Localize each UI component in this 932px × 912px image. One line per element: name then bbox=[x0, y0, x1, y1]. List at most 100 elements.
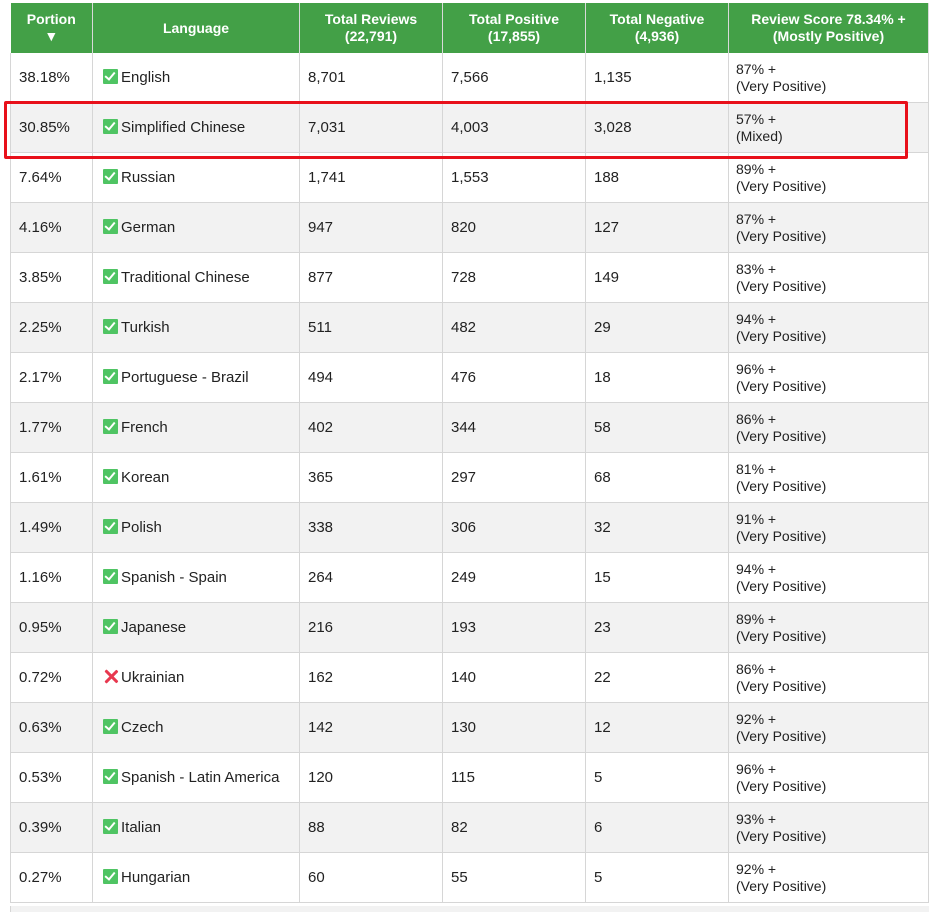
table-row: 0.27% Hungarian 60 55 5 92% + (Very Positive) bbox=[10, 852, 929, 903]
total-negative-cell: 5 bbox=[585, 752, 729, 803]
language-cell: Italian bbox=[92, 802, 300, 853]
total-negative-header-count: (4,936) bbox=[634, 28, 680, 44]
review-score-cell: 87% + (Very Positive) bbox=[728, 202, 929, 253]
review-score-cell: 93% + (Very Positive) bbox=[728, 802, 929, 853]
review-score-percent: 92% + bbox=[736, 710, 777, 727]
language-cell: Czech bbox=[92, 702, 300, 753]
portion-cell: 0.95% bbox=[10, 602, 93, 653]
sort-descending-icon: ▼ bbox=[44, 28, 59, 44]
portion-cell: 0.63% bbox=[10, 702, 93, 753]
language-cell: Spanish - Spain bbox=[92, 552, 300, 603]
total-negative-cell: 18 bbox=[585, 352, 729, 403]
total-negative-cell: 127 bbox=[585, 202, 729, 253]
portion-cell: 0.53% bbox=[10, 752, 93, 803]
total-reviews-cell: 402 bbox=[299, 402, 443, 453]
review-score-cell: 87% + (Very Positive) bbox=[728, 53, 929, 103]
review-score-rating: (Very Positive) bbox=[736, 477, 827, 494]
review-score-cell: 96% + (Very Positive) bbox=[728, 352, 929, 403]
review-score-rating: (Very Positive) bbox=[736, 177, 827, 194]
total-positive-cell: 115 bbox=[442, 752, 586, 803]
total-reviews-header-label: Total Reviews bbox=[324, 11, 418, 27]
language-name: Korean bbox=[121, 469, 170, 486]
total-negative-cell: 15 bbox=[585, 552, 729, 603]
total-reviews-column-header[interactable]: Total Reviews (22,791) bbox=[299, 3, 443, 53]
table-row: 1.49% Polish 338 306 32 91% + (Very Positive) bbox=[10, 502, 929, 553]
total-reviews-cell: 7,031 bbox=[299, 102, 443, 153]
total-negative-cell: 6 bbox=[585, 802, 729, 853]
review-score-column-header[interactable]: Review Score 78.34% + (Mostly Positive) bbox=[728, 3, 929, 53]
total-negative-cell: 3,028 bbox=[585, 102, 729, 153]
table-row: 7.64% Russian 1,741 1,553 188 89% + (Very Posi… bbox=[10, 152, 929, 203]
review-score-cell: 81% + (Very Positive) bbox=[728, 452, 929, 503]
total-negative-cell: 23 bbox=[585, 602, 729, 653]
checkmark-icon bbox=[103, 69, 118, 84]
review-score-rating: (Very Positive) bbox=[736, 877, 827, 894]
review-score-cell: 86% + (Very Positive) bbox=[728, 402, 929, 453]
total-reviews-cell: 494 bbox=[299, 352, 443, 403]
total-positive-column-header[interactable]: Total Positive (17,855) bbox=[442, 3, 586, 53]
language-cell: Traditional Chinese bbox=[92, 252, 300, 303]
checkmark-icon bbox=[103, 869, 118, 884]
language-name: Russian bbox=[121, 169, 176, 186]
checkmark-icon bbox=[103, 119, 118, 134]
language-name: Simplified Chinese bbox=[121, 119, 246, 136]
language-cell: Russian bbox=[92, 152, 300, 203]
total-negative-cell: 12 bbox=[585, 702, 729, 753]
language-name: Traditional Chinese bbox=[121, 269, 250, 286]
review-score-rating: (Very Positive) bbox=[736, 377, 827, 394]
total-negative-cell: 5 bbox=[585, 852, 729, 903]
language-name: Turkish bbox=[121, 319, 170, 336]
portion-cell: 1.16% bbox=[10, 552, 93, 603]
total-positive-cell: 1,553 bbox=[442, 152, 586, 203]
language-cell: Korean bbox=[92, 452, 300, 503]
total-negative-cell: 29 bbox=[585, 302, 729, 353]
review-score-percent: 94% + bbox=[736, 560, 777, 577]
total-positive-cell: 130 bbox=[442, 702, 586, 753]
review-score-cell: 86% + (Very Positive) bbox=[728, 652, 929, 703]
review-score-percent: 92% + bbox=[736, 860, 777, 877]
review-score-header-rating: (Mostly Positive) bbox=[772, 28, 885, 44]
checkmark-icon bbox=[103, 319, 118, 334]
review-score-percent: 91% + bbox=[736, 510, 777, 527]
total-reviews-cell: 162 bbox=[299, 652, 443, 703]
total-positive-cell: 193 bbox=[442, 602, 586, 653]
language-cell: Polish bbox=[92, 502, 300, 553]
review-score-rating: (Very Positive) bbox=[736, 827, 827, 844]
language-name: Hungarian bbox=[121, 869, 191, 886]
total-positive-cell: 306 bbox=[442, 502, 586, 553]
review-score-rating: (Very Positive) bbox=[736, 727, 827, 744]
review-score-rating: (Very Positive) bbox=[736, 427, 827, 444]
checkmark-icon bbox=[103, 619, 118, 634]
table-row: 30.85% Simplified Chinese 7,031 4,003 3,028 5… bbox=[10, 102, 929, 153]
review-score-rating: (Very Positive) bbox=[736, 327, 827, 344]
total-negative-column-header[interactable]: Total Negative (4,936) bbox=[585, 3, 729, 53]
total-positive-cell: 140 bbox=[442, 652, 586, 703]
review-score-rating: (Very Positive) bbox=[736, 77, 827, 94]
total-negative-cell: 32 bbox=[585, 502, 729, 553]
total-reviews-cell: 365 bbox=[299, 452, 443, 503]
total-reviews-cell: 120 bbox=[299, 752, 443, 803]
review-score-header-label: Review Score 78.34% + bbox=[751, 11, 906, 27]
portion-cell: 0.72% bbox=[10, 652, 93, 703]
total-positive-cell: 82 bbox=[442, 802, 586, 853]
review-score-rating: (Very Positive) bbox=[736, 527, 827, 544]
total-positive-header-count: (17,855) bbox=[487, 28, 541, 44]
review-score-percent: 86% + bbox=[736, 660, 777, 677]
portion-cell: 0.27% bbox=[10, 852, 93, 903]
review-score-rating: (Very Positive) bbox=[736, 577, 827, 594]
language-column-header[interactable]: Language bbox=[92, 3, 300, 53]
portion-cell: 1.61% bbox=[10, 452, 93, 503]
language-name: English bbox=[121, 69, 171, 86]
total-positive-cell: 7,566 bbox=[442, 53, 586, 103]
table-row: 4.16% German 947 820 127 87% + (Very Positive) bbox=[10, 202, 929, 253]
language-cell: English bbox=[92, 53, 300, 103]
total-reviews-cell: 511 bbox=[299, 302, 443, 353]
portion-column-header[interactable]: Portion ▼ bbox=[10, 3, 93, 53]
checkmark-icon bbox=[103, 219, 118, 234]
review-score-percent: 81% + bbox=[736, 460, 777, 477]
language-cell: French bbox=[92, 402, 300, 453]
review-score-rating: (Very Positive) bbox=[736, 677, 827, 694]
total-reviews-header-count: (22,791) bbox=[344, 28, 398, 44]
total-negative-cell: 22 bbox=[585, 652, 729, 703]
language-name: Italian bbox=[121, 819, 162, 836]
